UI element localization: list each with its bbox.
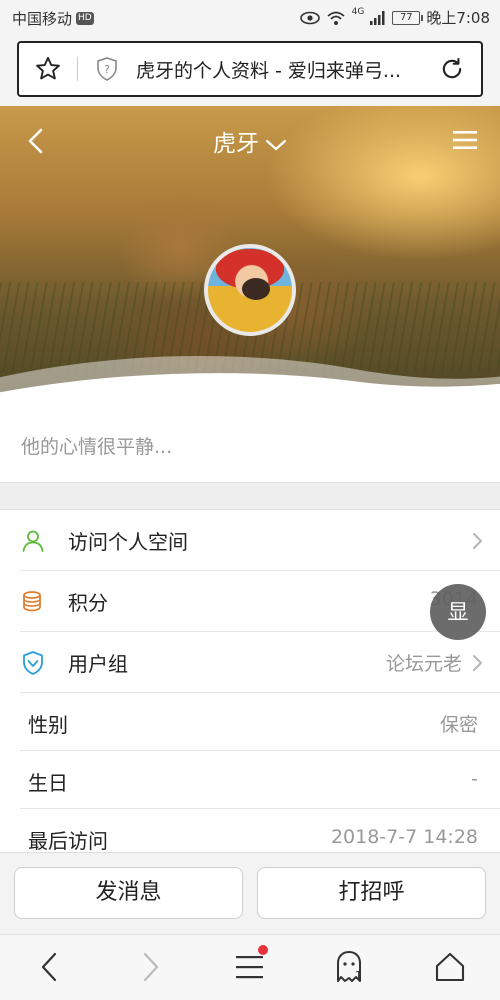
status-bar: 中国移动 HD 4G 77 晚上7:08 (0, 0, 500, 34)
greet-button[interactable]: 打招呼 (257, 867, 486, 919)
section-gap (0, 482, 500, 510)
last-visit-value: 2018-7-7 14:28 (330, 826, 478, 848)
gender-value: 保密 (439, 714, 478, 736)
notification-dot (258, 945, 268, 955)
chevron-down-icon (265, 139, 287, 150)
tabs-count: 1 (355, 969, 362, 982)
row-label: 最后访问 (28, 829, 108, 853)
clock: 晚上7:08 (426, 9, 490, 27)
tabs-button[interactable]: 1 (330, 949, 370, 985)
user-group-row[interactable]: 用户组 论坛元老 (20, 632, 500, 693)
profile-info-list: 访问个人空间 积分 3014 用户组 论坛元老 性别 保密 生日 - 最后访问 … (0, 510, 500, 867)
reload-icon[interactable] (423, 55, 481, 83)
coins-icon (23, 591, 41, 612)
row-label: 积分 (68, 591, 108, 615)
profile-username-dropdown[interactable]: 虎牙 (0, 124, 500, 158)
wifi-icon (327, 11, 345, 25)
row-label: 性别 (28, 713, 68, 737)
eye-icon (299, 11, 320, 24)
bookmark-star-icon[interactable] (19, 55, 77, 83)
network-type: 4G (351, 6, 365, 17)
menu-button[interactable] (230, 945, 270, 985)
site-info-icon[interactable]: ? (78, 56, 136, 82)
avatar[interactable] (204, 244, 296, 336)
action-bar: 发消息 打招呼 (0, 852, 500, 934)
wave-divider (0, 356, 500, 412)
forward-icon[interactable] (130, 949, 170, 985)
shield-check-icon (23, 651, 43, 675)
points-row: 积分 3014 (20, 571, 500, 632)
send-message-button[interactable]: 发消息 (14, 867, 243, 919)
birthday-value: - (471, 768, 478, 790)
user-group-value: 论坛元老 (385, 653, 462, 675)
browser-bottom-nav: 1 (0, 934, 500, 1000)
row-label: 生日 (28, 771, 68, 795)
visit-space-row[interactable]: 访问个人空间 (20, 510, 500, 571)
home-icon[interactable] (430, 949, 470, 985)
browser-toolbar: ? 虎牙的个人资料 - 爱归来弹弓... (0, 34, 500, 106)
floating-show-button[interactable]: 显 (430, 584, 486, 640)
chevron-right-icon (473, 655, 482, 671)
gender-row: 性别 保密 (20, 693, 500, 751)
birthday-row: 生日 - (20, 751, 500, 809)
page-title-url[interactable]: 虎牙的个人资料 - 爱归来弹弓... (136, 56, 423, 83)
person-icon (22, 530, 44, 552)
signal-icon (370, 10, 385, 25)
username-title: 虎牙 (213, 131, 259, 157)
svg-text:?: ? (104, 63, 110, 76)
mood-section: 他的心情很平静... (0, 412, 500, 482)
address-bar[interactable]: ? 虎牙的个人资料 - 爱归来弹弓... (17, 41, 483, 97)
row-label: 用户组 (68, 652, 128, 676)
chevron-right-icon (473, 533, 482, 549)
battery-icon: 77 (392, 10, 424, 25)
hamburger-menu-icon[interactable] (452, 128, 478, 152)
row-label: 访问个人空间 (68, 530, 188, 554)
tabs-ghost-icon (337, 951, 361, 982)
hd-badge: HD (76, 12, 94, 25)
back-icon[interactable] (30, 949, 70, 985)
mood-text: 他的心情很平静... (21, 436, 173, 458)
carrier-label: 中国移动 (12, 10, 73, 28)
profile-cover: 虎牙 (0, 106, 500, 412)
